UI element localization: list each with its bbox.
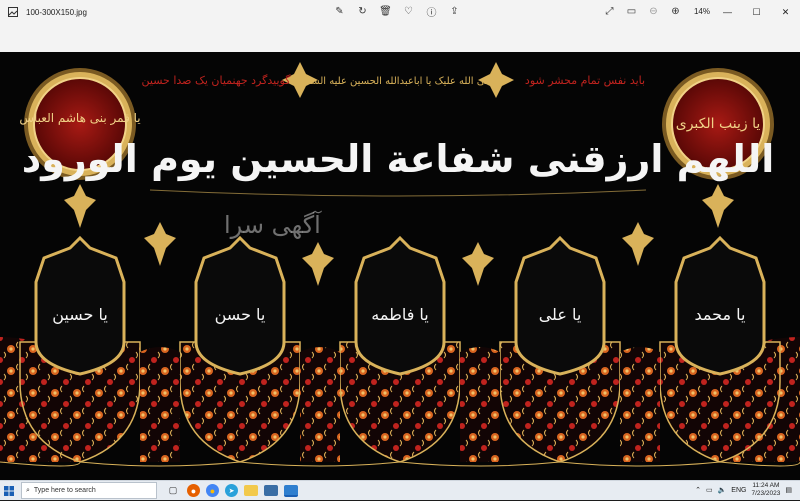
name-frame-5: یا محمد xyxy=(674,235,766,376)
taskbar-search[interactable]: ⌕ Type here to search xyxy=(21,482,157,499)
title-bar: 100-300X150.jpg ✎ ↻ 🗑 ♡ ⓘ ⇪ ⤢ ▭ ⊖ ⊕ 14% … xyxy=(0,0,800,24)
main-calligraphy: اللهم ارزقنی شفاعة الحسین یوم الورود xyxy=(22,137,775,182)
right-medallion-text: یا زینب الکبری xyxy=(676,116,761,132)
name-frame-2: یا حسن xyxy=(194,235,286,376)
firefox-icon[interactable]: ● xyxy=(187,484,200,497)
photos-app-icon xyxy=(6,5,20,19)
name-frame-4-text: یا علی xyxy=(539,305,582,324)
favorite-icon[interactable]: ♡ xyxy=(399,2,418,21)
zoom-level[interactable]: 14% xyxy=(694,7,710,16)
zoom-in-icon[interactable]: ⊕ xyxy=(666,2,685,21)
image-canvas: یا قمر بنی هاشم العباس یا زینب الکبری گو… xyxy=(0,52,800,480)
notification-icon[interactable]: ▤ xyxy=(785,486,792,494)
language-indicator[interactable]: ENG xyxy=(731,487,746,494)
name-frame-1-text: یا حسین xyxy=(52,305,108,325)
zoom-out-icon[interactable]: ⊖ xyxy=(644,2,663,21)
left-medallion-text: یا قمر بنی هاشم العباس xyxy=(19,111,140,126)
name-frame-2-text: یا حسن xyxy=(215,305,266,325)
volume-icon[interactable]: 🔈 xyxy=(718,486,727,494)
minimize-button[interactable]: — xyxy=(713,0,742,24)
name-frame-3-text: یا فاطمه xyxy=(371,305,429,324)
slideshow-icon[interactable]: ▭ xyxy=(622,2,641,21)
delete-icon[interactable]: 🗑 xyxy=(376,2,395,21)
fullscreen-icon[interactable]: ⤢ xyxy=(600,2,619,21)
name-frame-1: یا حسین xyxy=(34,235,126,376)
zoom-controls: ⤢ ▭ ⊖ ⊕ 14% xyxy=(600,2,710,21)
network-icon[interactable]: ▭ xyxy=(706,486,713,494)
taskbar-apps: ▢ ● ● ➤ xyxy=(165,483,298,499)
toolbar-spacer xyxy=(0,24,800,52)
banner-image: یا قمر بنی هاشم العباس یا زینب الکبری گو… xyxy=(0,62,800,480)
telegram-icon[interactable]: ➤ xyxy=(225,484,238,497)
windows-icon xyxy=(4,485,14,496)
window-controls: — ☐ ✕ xyxy=(713,0,800,24)
info-icon[interactable]: ⓘ xyxy=(422,2,441,21)
top-left-text: گوییدگرد جهنمیان یک صدا حسین xyxy=(142,74,292,87)
mail-icon[interactable] xyxy=(264,485,278,496)
search-icon: ⌕ xyxy=(26,486,30,494)
file-explorer-icon[interactable] xyxy=(244,485,258,496)
top-center-text: صلی الله علیک یا اباعبدالله الحسین علیه … xyxy=(299,76,497,87)
close-button[interactable]: ✕ xyxy=(771,0,800,24)
share-icon[interactable]: ⇪ xyxy=(445,2,464,21)
name-frame-5-text: یا محمد xyxy=(695,305,746,324)
clock-time: 11:24 AM xyxy=(752,482,780,489)
image-toolbar: ✎ ↻ 🗑 ♡ ⓘ ⇪ xyxy=(330,2,464,21)
clock-date: 7/23/2023 xyxy=(751,490,781,497)
watermark: آگهی سرا xyxy=(224,211,321,239)
taskbar: ⌕ Type here to search ▢ ● ● ➤ xyxy=(0,480,800,500)
chrome-icon[interactable]: ● xyxy=(206,484,219,497)
start-button[interactable] xyxy=(0,481,18,501)
clock[interactable]: 11:24 AM 7/23/2023 xyxy=(751,482,780,498)
rotate-icon[interactable]: ↻ xyxy=(353,2,372,21)
photos-taskbar-icon[interactable] xyxy=(284,484,298,497)
task-view-icon[interactable]: ▢ xyxy=(165,483,181,499)
name-frame-4: یا علی xyxy=(514,235,606,376)
maximize-button[interactable]: ☐ xyxy=(742,0,771,24)
edit-icon[interactable]: ✎ xyxy=(330,2,349,21)
photos-app-window: 100-300X150.jpg ✎ ↻ 🗑 ♡ ⓘ ⇪ ⤢ ▭ ⊖ ⊕ 14% … xyxy=(0,0,800,480)
top-right-text: باید نفس تمام محشر شود xyxy=(525,74,645,87)
chevron-up-icon[interactable]: ⌃ xyxy=(695,486,701,494)
search-placeholder: Type here to search xyxy=(33,487,96,494)
window-title: 100-300X150.jpg xyxy=(26,7,87,17)
system-tray: ⌃ ▭ 🔈 ENG 11:24 AM 7/23/2023 ▤ xyxy=(695,480,792,500)
name-frame-3: یا فاطمه xyxy=(354,235,446,376)
